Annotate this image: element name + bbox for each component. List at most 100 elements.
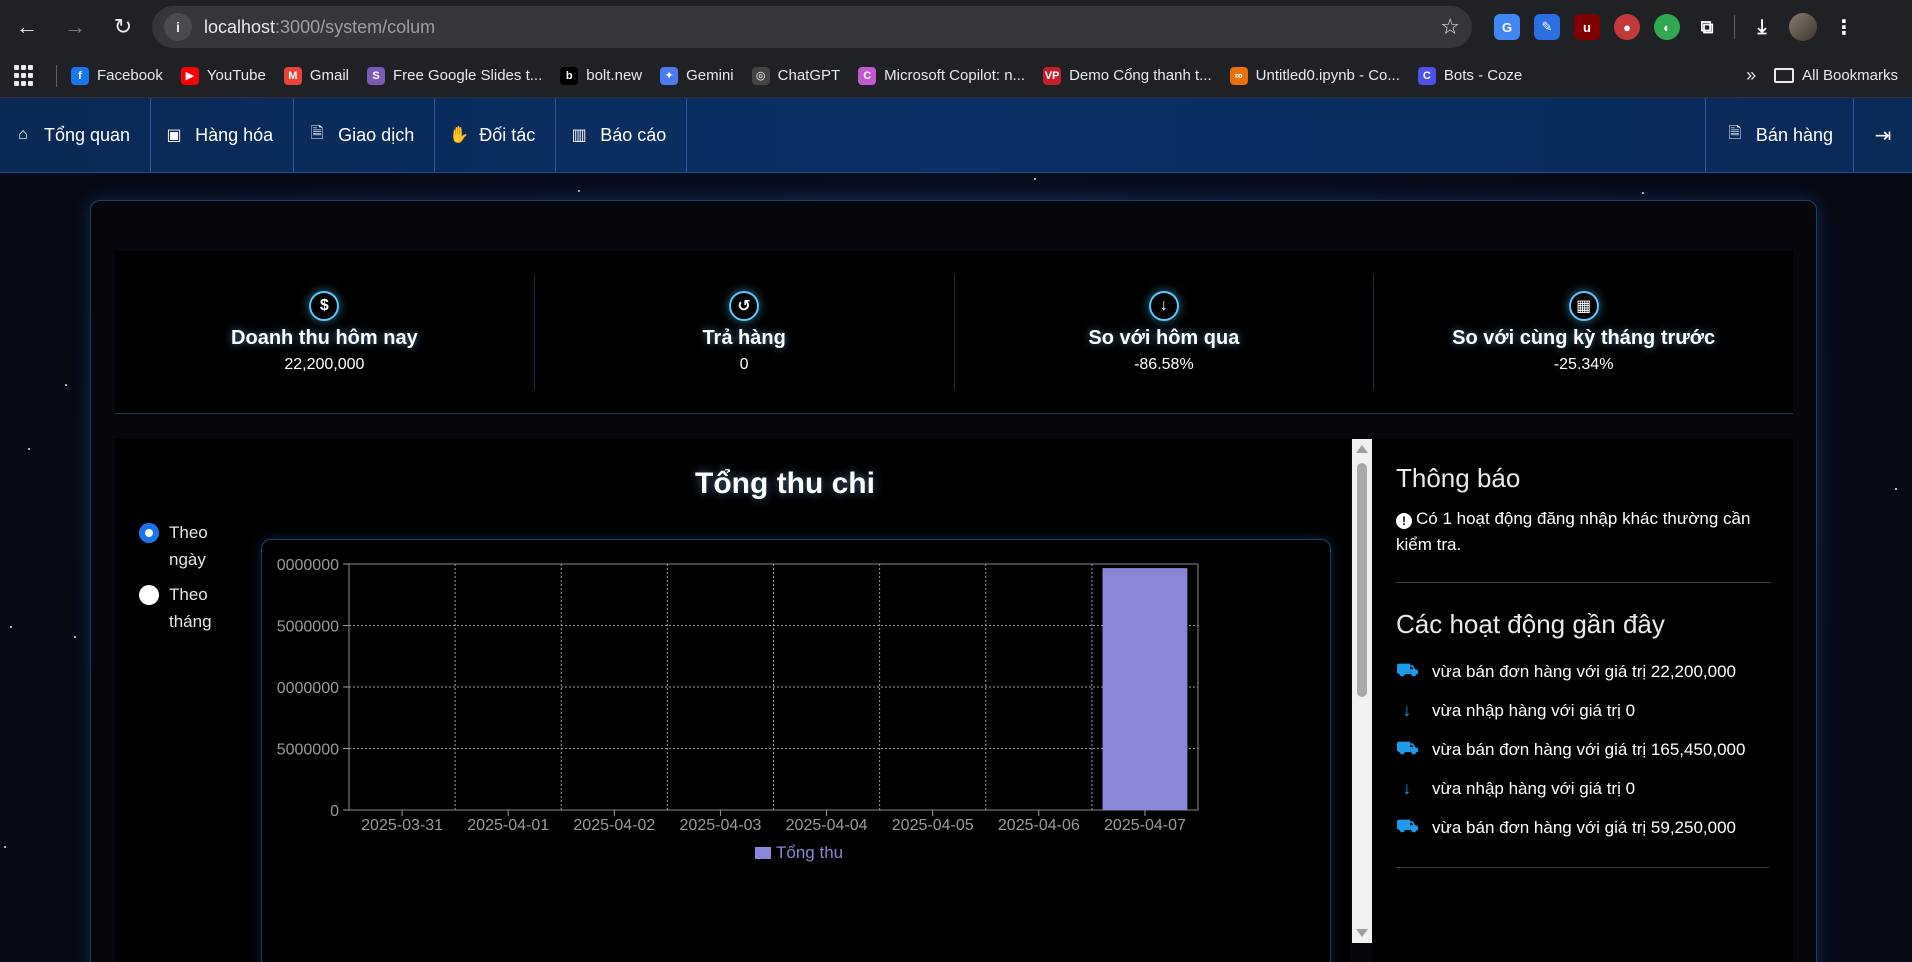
filter-by-month[interactable]: Theo tháng (139, 581, 219, 635)
x-tick-label: 2025-04-05 (892, 817, 974, 834)
url-path: :3000/system/colum (275, 16, 436, 37)
chart-title: Tổng thu chi (695, 467, 875, 500)
activities-title: Các hoạt động gần đây (1396, 609, 1665, 639)
bookmark-gemini[interactable]: ✦ Gemini (660, 66, 734, 85)
y-tick-label: 5000000 (277, 742, 339, 759)
chatgpt-icon: ◎ (751, 66, 770, 85)
edit-extension-icon[interactable]: ✎ (1534, 14, 1560, 40)
bookmark-facebook[interactable]: f Facebook (71, 66, 163, 85)
y-tick-label: 0 (330, 803, 339, 820)
cart-icon: ⛟ (1396, 659, 1419, 680)
home-icon: ⌂ (18, 126, 28, 143)
x-tick-label: 2025-04-03 (680, 817, 762, 834)
activity-text: vừa bán đơn hàng với giá trị 165,450,000 (1432, 739, 1746, 759)
stat-value: 0 (739, 355, 749, 373)
nav-item-5[interactable]: ▥ Báo cáo (556, 98, 688, 172)
copilot-icon: C (858, 66, 877, 85)
toolbar-divider (1734, 15, 1735, 39)
logout-button[interactable]: ⇥ (1853, 98, 1912, 172)
nav-item-label: Đối tác (479, 124, 536, 145)
radio-by-day[interactable] (139, 523, 159, 543)
activity-item: ⛟ vừa bán đơn hàng với giá trị 59,250,000 (1396, 808, 1769, 847)
forward-icon[interactable]: → (56, 8, 94, 46)
all-bookmarks-button[interactable]: All Bookmarks (1774, 67, 1898, 84)
nav-menu: ⌂ Tổng quan ▣ Hàng hóa 🗎 Giao dịch ✋ Đối tác ▥ Bá… (0, 98, 688, 172)
bookmark-label: bolt.new (586, 67, 643, 84)
bookmark-label: Bots - Coze (1443, 67, 1523, 84)
puzzle-extensions-icon[interactable]: ⧉ (1694, 14, 1720, 40)
nav-item-1[interactable]: ⌂ Tổng quan (0, 98, 152, 172)
notifications-panel: Thông báo ! Có 1 hoạt động đăng nhập khác… (1372, 439, 1793, 962)
bookmark-star-icon[interactable]: ☆ (1440, 14, 1460, 40)
dollar-icon: $ (309, 290, 340, 321)
scroll-down-arrow-icon[interactable] (1356, 929, 1368, 937)
chart-container: 0 5000000 0000000 5000000 0000000 2025-03-31 2… (261, 539, 1331, 962)
bookmark-label: Demo Cổng thanh t... (1069, 67, 1212, 84)
back-icon[interactable]: ← (8, 8, 46, 46)
bookmark-coze[interactable]: C Bots - Coze (1417, 66, 1523, 85)
period-filter: Theo ngày Theo tháng (139, 519, 219, 643)
filter-by-day[interactable]: Theo ngày (139, 519, 219, 573)
activity-text: vừa nhập hàng với giá trị 0 (1432, 778, 1636, 798)
site-info-icon[interactable]: i (164, 13, 192, 41)
scroll-thumb[interactable] (1357, 463, 1367, 697)
box-icon: ▣ (166, 127, 182, 144)
stat-card: ↺ Trả hàng 0 (535, 274, 955, 390)
bookmark-label: Free Google Slides t... (393, 67, 543, 84)
bar[interactable] (1102, 568, 1188, 810)
arrow-down-icon: ↓ (1402, 778, 1412, 798)
chart-icon: ▥ (571, 127, 587, 144)
bar-chart: 0 5000000 0000000 5000000 0000000 2025-03-31 2… (277, 557, 1199, 862)
menu-kebab-icon[interactable]: ⋮ (1831, 14, 1857, 40)
record-extension-icon[interactable]: ● (1614, 14, 1640, 40)
nav-item-4[interactable]: ✋ Đối tác (435, 98, 557, 172)
bookmark-label: Gemini (686, 67, 734, 84)
scroll-up-arrow-icon[interactable] (1356, 445, 1368, 453)
address-bar[interactable]: i localhost:3000/system/colum ☆ (152, 6, 1472, 48)
nav-item-2[interactable]: ▣ Hàng hóa (151, 98, 295, 172)
x-tick-label: 2025-04-06 (998, 817, 1080, 834)
bookmark-copilot[interactable]: C Microsoft Copilot: n... (858, 66, 1026, 85)
bookmark-bolt[interactable]: b bolt.new (560, 66, 643, 85)
url-host: localhost (204, 16, 276, 37)
x-tick-label: 2025-04-04 (786, 817, 868, 834)
bookmark-label: ChatGPT (777, 67, 841, 84)
stat-card: ↓ So với hôm qua -86.58% (955, 274, 1375, 390)
activity-text: vừa bán đơn hàng với giá trị 22,200,000 (1432, 661, 1736, 681)
bookmark-colab[interactable]: ∞ Untitled0.ipynb - Co... (1229, 66, 1400, 85)
x-tick-label: 2025-04-01 (467, 817, 549, 834)
bookmark-youtube[interactable]: ▶ YouTube (180, 66, 266, 85)
bookmark-chatgpt[interactable]: ◎ ChatGPT (751, 66, 841, 85)
colab-icon: ∞ (1229, 66, 1248, 85)
bookmark-label: Untitled0.ipynb - Co... (1255, 67, 1400, 84)
bookmark-slides[interactable]: S Free Google Slides t... (367, 66, 543, 85)
ublock-extension-icon[interactable]: u (1574, 14, 1600, 40)
scrollbar[interactable] (1352, 439, 1372, 943)
filter-by-day-label: Theo ngày (169, 523, 208, 569)
nav-item-label: Tổng quan (44, 124, 131, 145)
nav-sell-button[interactable]: 🗎 Bán hàng (1704, 98, 1853, 172)
nav-item-3[interactable]: 🗎 Giao dịch (294, 98, 436, 172)
bookmark-gmail[interactable]: M Gmail (283, 66, 349, 85)
legend-label[interactable]: Tổng thu (776, 843, 843, 862)
bookmarks-divider (56, 64, 57, 87)
color-extension-icon[interactable]: ◐ (1654, 14, 1680, 40)
apps-grid-icon[interactable] (14, 64, 36, 87)
download-icon[interactable]: ⤓ (1749, 14, 1775, 40)
more-bookmarks-icon[interactable]: » (1746, 65, 1756, 86)
document-icon: 🗎 (1728, 124, 1742, 142)
translate-extension-icon[interactable]: G (1494, 14, 1520, 40)
notifications-title: Thông báo (1396, 463, 1521, 493)
bookmark-label: Microsoft Copilot: n... (884, 67, 1026, 84)
youtube-icon: ▶ (180, 66, 199, 85)
y-tick-label: 0000000 (277, 680, 339, 697)
bookmark-vp[interactable]: VP Demo Cổng thanh t... (1043, 66, 1212, 85)
radio-by-month[interactable] (139, 585, 159, 605)
reload-icon[interactable]: ↻ (104, 8, 142, 46)
chart-panel: Theo ngày Theo tháng Tổng thu chi 0 50000… (115, 439, 1350, 962)
legend-swatch[interactable] (755, 847, 771, 859)
profile-avatar[interactable] (1789, 13, 1817, 41)
nav-sell-label: Bán hàng (1755, 124, 1833, 145)
folder-icon (1774, 68, 1795, 83)
url-text[interactable]: localhost:3000/system/colum (204, 17, 1428, 38)
